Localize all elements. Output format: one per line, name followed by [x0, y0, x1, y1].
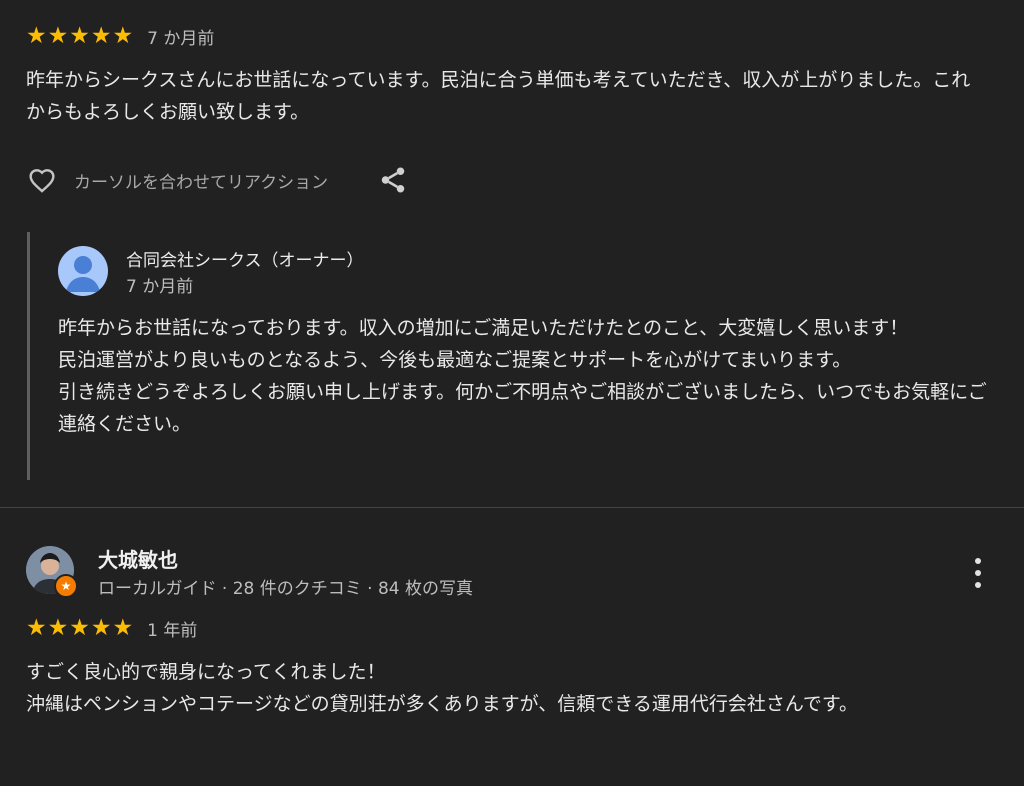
review-text: すごく良心的で親身になってくれました！ 沖縄はペンションやコテージなどの貸別荘が… [26, 661, 859, 715]
review-time: 7 か月前 [147, 29, 215, 49]
owner-response: 合同会社シークス（オーナー） 7 か月前 昨年からお世話になっております。収入の… [27, 232, 990, 480]
star-icon: ★ [90, 23, 112, 49]
review-rating-row: ★ ★ ★ ★ ★ 1 年前 [26, 616, 198, 642]
star-icon: ★ [26, 615, 47, 641]
star-icon: ★ [47, 23, 69, 49]
owner-response-time: 7 か月前 [126, 277, 194, 297]
review-actions: カーソルを合わせてリアクション [26, 164, 408, 196]
heart-outline-icon[interactable] [26, 164, 58, 196]
review-divider [0, 507, 1024, 508]
star-icon: ★ [69, 615, 90, 641]
reaction-label[interactable]: カーソルを合わせてリアクション [74, 168, 328, 193]
more-vert-icon[interactable] [966, 556, 990, 590]
owner-name: 合同会社シークス（オーナー） [126, 251, 364, 271]
local-guide-badge-icon: ★ [54, 574, 78, 598]
share-icon[interactable] [378, 165, 408, 195]
default-avatar-icon [66, 256, 100, 292]
star-icon: ★ [112, 23, 134, 49]
review-time: 1 年前 [147, 621, 198, 641]
review-rating-row: ★ ★ ★ ★ ★ 7 か月前 [26, 24, 215, 50]
owner-response-text: 昨年からお世話になっております。収入の増加にご満足いただけたとのこと、大変嬉しく… [58, 317, 987, 435]
star-icon: ★ [69, 23, 90, 49]
reviewer-details: ローカルガイド · 28 件のクチコミ · 84 枚の写真 [98, 579, 473, 599]
owner-avatar [58, 246, 108, 296]
star-icon: ★ [112, 615, 134, 641]
review-text: 昨年からシークスさんにお世話になっています。民泊に合う単価も考えていただき、収入… [26, 69, 971, 123]
star-rating: ★ ★ ★ ★ ★ [26, 25, 133, 48]
star-rating: ★ ★ ★ ★ ★ [26, 617, 133, 640]
avatar[interactable]: ★ [26, 546, 78, 598]
star-icon: ★ [26, 23, 47, 49]
reviewer-name[interactable]: 大城敏也 [98, 544, 178, 573]
star-icon: ★ [47, 615, 69, 641]
star-icon: ★ [90, 615, 112, 641]
